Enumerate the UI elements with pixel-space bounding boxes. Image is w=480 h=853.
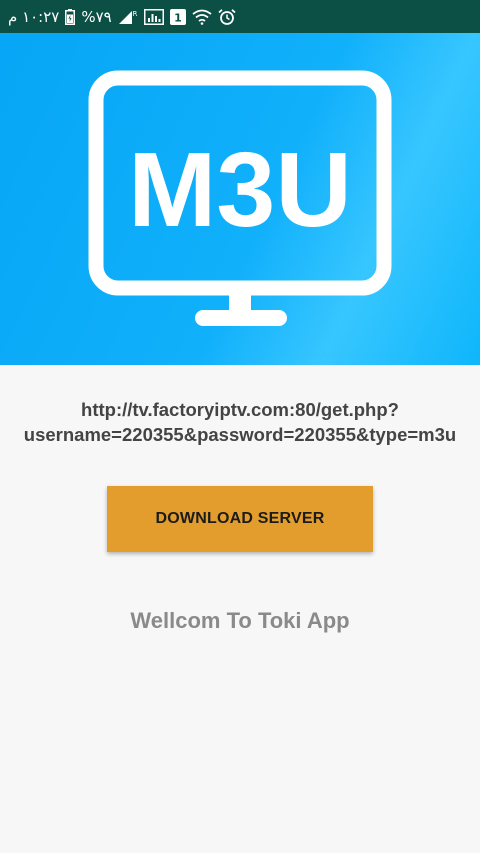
battery-percent: %٧٩ — [81, 7, 112, 26]
logo-text: M3U — [128, 131, 352, 249]
welcome-text: Wellcom To Toki App — [130, 608, 350, 633]
roaming-indicator: R — [132, 10, 137, 18]
status-bar: ١٠:٢٧ م %٧٩ R 1 — [0, 0, 480, 33]
sim-1-icon: 1 — [169, 8, 186, 25]
clock-time: ١٠:٢٧ م — [8, 7, 60, 26]
tv-monitor-icon: M3U — [88, 70, 392, 326]
server-url: http://tv.factoryiptv.com:80/get.php?use… — [23, 399, 457, 445]
banner-image: M3U — [0, 33, 480, 365]
alarm-icon — [218, 8, 236, 25]
sim-slot-number: 1 — [174, 11, 182, 24]
battery-icon — [65, 8, 76, 25]
wifi-icon — [192, 9, 212, 25]
signal-icon: R — [118, 9, 138, 25]
download-server-button[interactable]: DOWNLOAD SERVER — [107, 486, 373, 552]
data-usage-icon — [143, 8, 164, 25]
